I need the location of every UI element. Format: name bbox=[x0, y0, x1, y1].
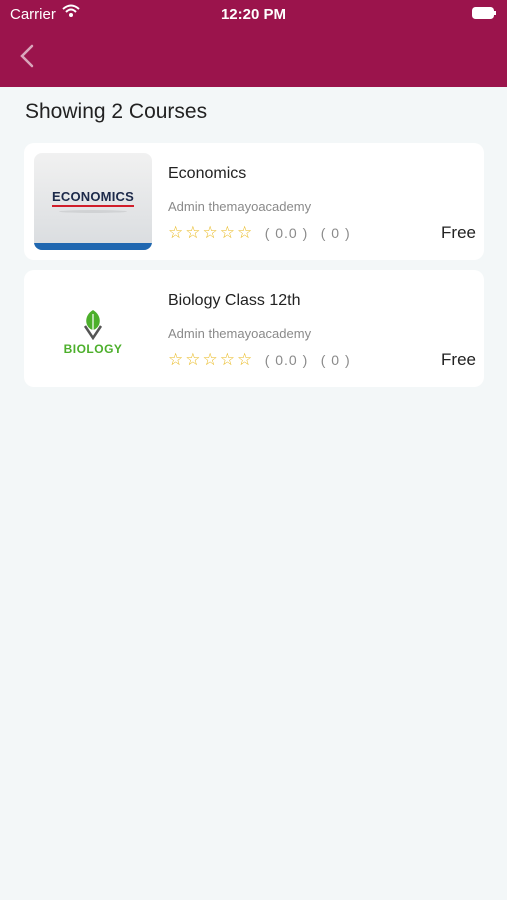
rating-row: ☆☆☆☆☆ ( 0.0 ) ( 0 ) bbox=[168, 223, 351, 243]
course-card-biology[interactable]: BIOLOGY Biology Class 12th Admin themayo… bbox=[24, 270, 484, 387]
star-icon: ☆ bbox=[202, 223, 219, 242]
thumbnail-text: BIOLOGY bbox=[63, 342, 123, 356]
star-icon: ☆ bbox=[237, 350, 254, 369]
star-icon: ☆ bbox=[219, 350, 236, 369]
course-thumbnail: ECONOMICS bbox=[34, 153, 152, 250]
course-price: Free bbox=[441, 350, 476, 369]
star-icon: ☆ bbox=[185, 350, 202, 369]
course-thumbnail: BIOLOGY bbox=[34, 280, 152, 377]
course-title: Biology Class 12th bbox=[168, 292, 301, 309]
course-title: Economics bbox=[168, 165, 247, 182]
clock: 12:20 PM bbox=[220, 6, 287, 23]
star-icon: ☆ bbox=[168, 350, 185, 369]
star-icon: ☆ bbox=[185, 223, 202, 242]
thumbnail-shadow bbox=[59, 210, 127, 213]
thumbnail-text: ECONOMICS bbox=[52, 189, 134, 204]
thumbnail-underline bbox=[52, 205, 134, 207]
chevron-left-icon[interactable] bbox=[16, 42, 40, 70]
page-title: Showing 2 Courses bbox=[25, 100, 208, 123]
battery-icon bbox=[472, 7, 496, 19]
star-icon: ☆ bbox=[202, 350, 219, 369]
star-icon: ☆ bbox=[168, 223, 185, 242]
review-count: ( 0 ) bbox=[320, 225, 351, 241]
review-count: ( 0 ) bbox=[320, 352, 351, 368]
rating-value: ( 0.0 ) bbox=[264, 352, 309, 368]
status-bar: Carrier 12:20 PM bbox=[0, 0, 507, 28]
course-author: Admin themayoacademy bbox=[168, 199, 312, 214]
star-rating-icons: ☆☆☆☆☆ bbox=[168, 223, 254, 243]
rating-row: ☆☆☆☆☆ ( 0.0 ) ( 0 ) bbox=[168, 350, 351, 370]
app-header: Carrier 12:20 PM bbox=[0, 0, 507, 87]
star-rating-icons: ☆☆☆☆☆ bbox=[168, 350, 254, 370]
course-price: Free bbox=[441, 223, 476, 242]
rating-value: ( 0.0 ) bbox=[264, 225, 309, 241]
course-card-economics[interactable]: ECONOMICS Economics Admin themayoacademy… bbox=[24, 143, 484, 260]
star-icon: ☆ bbox=[219, 223, 236, 242]
course-author: Admin themayoacademy bbox=[168, 326, 312, 341]
thumbnail-footer bbox=[34, 243, 152, 250]
leaf-icon bbox=[83, 310, 103, 340]
star-icon: ☆ bbox=[237, 223, 254, 242]
